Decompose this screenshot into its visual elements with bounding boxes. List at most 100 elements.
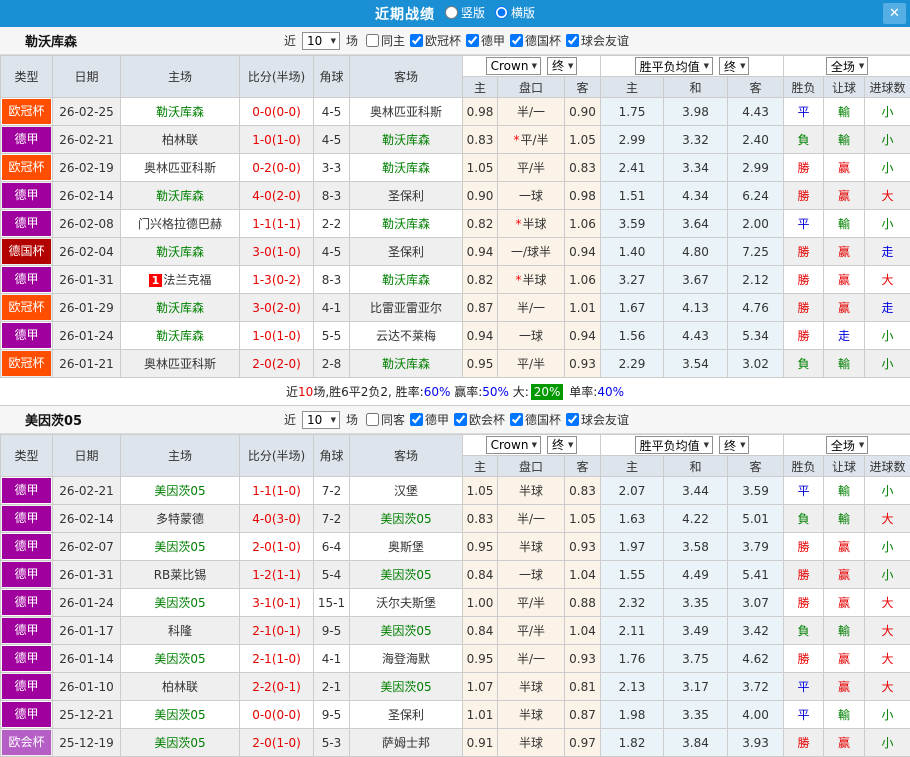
avg-draw: 3.58 bbox=[664, 533, 728, 561]
league-type-label: 德甲 bbox=[2, 506, 51, 531]
bookmaker-select[interactable]: Crown bbox=[486, 57, 541, 75]
checkbox-input[interactable] bbox=[366, 34, 379, 47]
avg-home: 1.55 bbox=[601, 561, 664, 589]
match-count-select[interactable]: 10 bbox=[302, 411, 340, 429]
checkbox-input[interactable] bbox=[410, 34, 423, 47]
result-wdl: 勝 bbox=[784, 589, 824, 617]
away-team: 勒沃库森 bbox=[350, 126, 463, 154]
match-row: 德甲26-01-24美因茨053-1(0-1)15-1沃尔夫斯堡1.00平/半0… bbox=[1, 589, 910, 617]
avg-home: 2.29 bbox=[601, 350, 664, 378]
layout-radio-horizontal[interactable]: 横版 bbox=[495, 4, 535, 21]
changed-odds-marker: * bbox=[513, 133, 519, 147]
league-filter-label: 欧会杯 bbox=[469, 411, 505, 428]
avg-away: 3.93 bbox=[728, 729, 784, 757]
avg-time-select[interactable]: 终 bbox=[719, 436, 749, 454]
avg-draw: 3.98 bbox=[664, 98, 728, 126]
same-venue-checkbox[interactable]: 同主 bbox=[366, 32, 405, 49]
league-type-label: 德甲 bbox=[2, 562, 51, 587]
league-filter-checkbox[interactable]: 球会友谊 bbox=[566, 411, 629, 428]
result-goals: 小 bbox=[865, 210, 910, 238]
summary-segment: 10 bbox=[298, 385, 313, 399]
away-team: 美因茨05 bbox=[350, 673, 463, 701]
odds-home: 0.95 bbox=[463, 645, 498, 673]
odds-time-select[interactable]: 终 bbox=[547, 57, 577, 75]
same-venue-checkbox[interactable]: 同客 bbox=[366, 411, 405, 428]
result-goals: 大 bbox=[865, 617, 910, 645]
league-filter-checkbox[interactable]: 德甲 bbox=[410, 411, 449, 428]
radio-label: 竖版 bbox=[461, 4, 485, 21]
odds-home: 1.05 bbox=[463, 154, 498, 182]
league-filter-checkbox[interactable]: 球会友谊 bbox=[566, 32, 629, 49]
result-goals: 大 bbox=[865, 589, 910, 617]
checkbox-input[interactable] bbox=[410, 413, 423, 426]
avg-away: 3.07 bbox=[728, 589, 784, 617]
league-filter-checkbox[interactable]: 欧冠杯 bbox=[410, 32, 461, 49]
radio-input[interactable] bbox=[445, 6, 458, 19]
col-header-odds-home: 主 bbox=[463, 456, 498, 477]
checkbox-input[interactable] bbox=[510, 34, 523, 47]
avg-odds-select[interactable]: 胜平负均值 bbox=[635, 436, 713, 454]
league-filter-label: 德甲 bbox=[425, 411, 449, 428]
match-date: 26-02-04 bbox=[53, 238, 121, 266]
avg-away: 3.79 bbox=[728, 533, 784, 561]
odds-time-select[interactable]: 终 bbox=[547, 436, 577, 454]
checkbox-input[interactable] bbox=[454, 413, 467, 426]
checkbox-input[interactable] bbox=[366, 413, 379, 426]
checkbox-input[interactable] bbox=[510, 413, 523, 426]
home-team-name: 法兰克福 bbox=[163, 273, 211, 287]
result-goals: 大 bbox=[865, 266, 910, 294]
match-score: 1-3(0-2) bbox=[240, 266, 314, 294]
odds-home: 0.84 bbox=[463, 561, 498, 589]
home-team: 科隆 bbox=[121, 617, 240, 645]
layout-radio-vertical[interactable]: 竖版 bbox=[445, 4, 485, 21]
result-goals: 大 bbox=[865, 645, 910, 673]
col-header-away: 客场 bbox=[350, 56, 463, 98]
result-wdl: 負 bbox=[784, 617, 824, 645]
close-icon[interactable]: ✕ bbox=[883, 3, 906, 24]
match-score: 4-0(2-0) bbox=[240, 182, 314, 210]
radio-input[interactable] bbox=[495, 6, 508, 19]
league-filter-checkbox[interactable]: 德国杯 bbox=[510, 32, 561, 49]
result-handicap: 輸 bbox=[824, 350, 865, 378]
home-team-name: 美因茨05 bbox=[154, 484, 205, 498]
avg-time-select[interactable]: 终 bbox=[719, 57, 749, 75]
result-wdl: 平 bbox=[784, 210, 824, 238]
col-header-avg-draw: 和 bbox=[664, 77, 728, 98]
league-filter-checkbox[interactable]: 欧会杯 bbox=[454, 411, 505, 428]
scope-select[interactable]: 全场 bbox=[826, 57, 868, 75]
away-team-name: 美因茨05 bbox=[380, 680, 431, 694]
league-type-badge: 欧冠杯 bbox=[1, 294, 53, 322]
match-count-select[interactable]: 10 bbox=[302, 32, 340, 50]
avg-draw: 3.75 bbox=[664, 645, 728, 673]
result-goals: 小 bbox=[865, 701, 910, 729]
result-goals: 小 bbox=[865, 477, 910, 505]
league-type-badge: 德甲 bbox=[1, 561, 53, 589]
avg-home: 2.99 bbox=[601, 126, 664, 154]
avg-away: 7.25 bbox=[728, 238, 784, 266]
team-name: 勒沃库森 bbox=[25, 31, 77, 50]
avg-home: 1.56 bbox=[601, 322, 664, 350]
summary-segment: 50% bbox=[482, 385, 509, 399]
odds-away: 1.05 bbox=[565, 126, 601, 154]
match-date: 26-01-31 bbox=[53, 561, 121, 589]
odds-home: 0.84 bbox=[463, 617, 498, 645]
result-handicap: 赢 bbox=[824, 182, 865, 210]
home-team-name: 勒沃库森 bbox=[156, 329, 204, 343]
bookmaker-select[interactable]: Crown bbox=[486, 436, 541, 454]
avg-odds-select[interactable]: 胜平负均值 bbox=[635, 57, 713, 75]
corner-count: 5-5 bbox=[314, 322, 350, 350]
filter-controls: 近10场同主欧冠杯德甲德国杯球会友谊 bbox=[281, 32, 629, 50]
match-score: 2-1(1-0) bbox=[240, 645, 314, 673]
league-filter-checkbox[interactable]: 德甲 bbox=[466, 32, 505, 49]
checkbox-input[interactable] bbox=[566, 413, 579, 426]
checkbox-input[interactable] bbox=[466, 34, 479, 47]
section-bar-team1: 勒沃库森 近10场同主欧冠杯德甲德国杯球会友谊 bbox=[0, 27, 910, 55]
odds-home: 0.82 bbox=[463, 266, 498, 294]
scope-select[interactable]: 全场 bbox=[826, 436, 868, 454]
title-bar: 近期战绩 竖版横版 ✕ bbox=[0, 0, 910, 27]
checkbox-input[interactable] bbox=[566, 34, 579, 47]
league-filter-checkbox[interactable]: 德国杯 bbox=[510, 411, 561, 428]
avg-home: 2.07 bbox=[601, 477, 664, 505]
avg-home: 3.27 bbox=[601, 266, 664, 294]
league-type-label: 欧冠杯 bbox=[2, 99, 51, 124]
